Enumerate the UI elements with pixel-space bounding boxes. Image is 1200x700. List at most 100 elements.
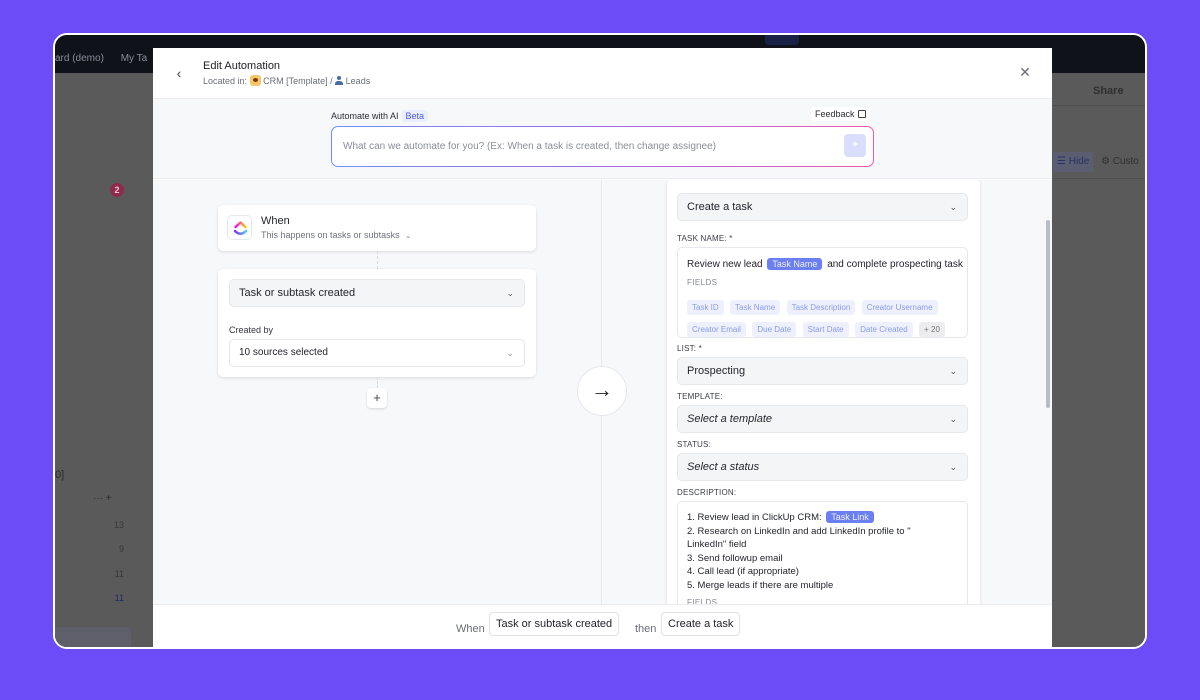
field-chip-start-date[interactable]: Start Date — [802, 322, 849, 337]
field-chip-date-created[interactable]: Date Created — [855, 322, 913, 337]
field-chip-creator-email[interactable]: Creator Email — [687, 322, 746, 337]
breadcrumb-separator: / — [330, 76, 333, 86]
background-right-panel: Share ☰ Hide ⚙ Custo — [1053, 73, 1145, 647]
feedback-button[interactable]: Feedback — [811, 107, 870, 121]
ai-prompt-input[interactable] — [332, 127, 873, 166]
task-name-token[interactable]: Task Name — [767, 258, 823, 270]
sidebar-count: 13 — [113, 520, 124, 530]
field-chip-task-name[interactable]: Task Name — [730, 300, 781, 315]
ai-send-button[interactable]: ✦ — [844, 134, 866, 157]
hide-label: Hide — [1068, 156, 1090, 167]
divider — [1053, 105, 1145, 106]
modal-title: Edit Automation — [203, 60, 281, 72]
action-config-card: Create a task ⌄ TASK NAME: * Review new … — [667, 180, 980, 604]
status-value: Select a status — [687, 461, 760, 473]
task-name-before: Review new lead — [687, 259, 763, 270]
beta-badge: Beta — [401, 110, 429, 122]
summary-then-label: then — [635, 623, 657, 635]
back-button[interactable]: ‹ — [171, 64, 187, 82]
trigger-header-card[interactable]: When This happens on tasks or subtasks ⌄ — [218, 205, 536, 251]
fields-label: FIELDS — [687, 278, 718, 287]
trigger-scope-label: This happens on tasks or subtasks — [261, 230, 400, 240]
ai-pill[interactable] — [765, 35, 799, 45]
status-label: STATUS: — [677, 440, 711, 449]
sidebar-count: 9 — [118, 544, 124, 554]
summary-trigger-pill[interactable]: Task or subtask created — [489, 612, 620, 636]
breadcrumb-dashboard[interactable]: ard (demo) — [55, 53, 104, 64]
location-breadcrumb: Located in: CRM [Template] / Leads — [203, 75, 370, 86]
sidebar-selected-row[interactable] — [55, 627, 131, 647]
chevron-down-icon: ⌄ — [949, 414, 957, 424]
chevron-down-icon: ⌄ — [949, 202, 957, 212]
plus-icon: + — [373, 390, 381, 405]
description-editor[interactable]: 1. Review lead in ClickUp CRM: Task Link… — [677, 501, 968, 604]
trigger-event-value: Task or subtask created — [239, 287, 356, 299]
chevron-down-icon: ⌄ — [949, 366, 957, 376]
field-chip-task-id[interactable]: Task ID — [687, 300, 724, 315]
hide-button[interactable]: ☰ Hide — [1053, 152, 1093, 172]
topbar-breadcrumbs: ard (demo) My Ta — [55, 53, 161, 64]
flow-arrow: → — [577, 366, 627, 416]
customize-button[interactable]: ⚙ Custo — [1101, 156, 1139, 167]
global-search[interactable] — [535, 35, 685, 47]
field-chips: Task ID Task Name Task Description Creat… — [687, 297, 962, 341]
arrow-right-icon: → — [591, 377, 613, 402]
task-name-editor[interactable]: Review new lead Task Name and complete p… — [677, 247, 968, 338]
more-fields-chip[interactable]: + 20 — [919, 322, 945, 337]
background-sidebar: 2 0] ··· + 13 9 11 11 — [55, 73, 155, 647]
ai-label-text: Automate with AI — [331, 111, 399, 121]
task-link-token[interactable]: Task Link — [826, 511, 874, 523]
template-select[interactable]: Select a template ⌄ — [677, 405, 968, 433]
space-icon — [249, 75, 261, 86]
ai-automation-section: Automate with AIBeta Feedback ✦ — [153, 99, 1052, 179]
share-button[interactable]: Share — [1093, 85, 1124, 97]
created-by-label: Created by — [229, 325, 274, 335]
field-chip-creator-username[interactable]: Creator Username — [861, 300, 938, 315]
trigger-event-select[interactable]: Task or subtask created ⌄ — [229, 279, 525, 307]
trigger-scope-dropdown[interactable]: This happens on tasks or subtasks ⌄ — [261, 230, 411, 240]
space-name[interactable]: CRM [Template] — [263, 76, 328, 86]
chevron-down-icon: ⌄ — [506, 288, 514, 298]
summary-action-pill[interactable]: Create a task — [661, 612, 741, 636]
description-label: DESCRIPTION: — [677, 488, 737, 497]
trigger-title: When — [261, 215, 290, 227]
sidebar-section-label: 0] — [55, 469, 65, 481]
summary-when-label: When — [456, 623, 485, 635]
description-line-6: 5. Merge leads if there are multiple — [687, 580, 834, 591]
list-label: LIST: * — [677, 344, 702, 353]
field-chip-due-date[interactable]: Due Date — [752, 322, 797, 337]
created-by-value: 10 sources selected — [239, 347, 328, 358]
divider — [1053, 178, 1145, 179]
breadcrumb-my-tasks[interactable]: My Ta — [121, 53, 148, 64]
close-icon: ✕ — [1019, 64, 1031, 80]
task-name-after: and complete prospecting task — [827, 259, 963, 270]
notification-badge: 2 — [110, 183, 124, 197]
description-line: 1. Review lead in ClickUp CRM: Task Link — [687, 511, 876, 523]
chevron-left-icon: ‹ — [176, 65, 182, 81]
sidebar-more-icon[interactable]: ··· + — [93, 493, 112, 504]
list-value: Prospecting — [687, 365, 746, 377]
status-select[interactable]: Select a status ⌄ — [677, 453, 968, 481]
description-line-3: LinkedIn" field — [687, 539, 747, 550]
field-chip-task-description[interactable]: Task Description — [786, 300, 856, 315]
action-type-value: Create a task — [687, 201, 753, 213]
canvas-scrollbar[interactable] — [1046, 220, 1050, 408]
list-select[interactable]: Prospecting ⌄ — [677, 357, 968, 385]
list-person-icon — [335, 76, 344, 85]
description-line-4: 3. Send followup email — [687, 553, 783, 564]
modal-header: ‹ Edit Automation Located in: CRM [Templ… — [153, 48, 1052, 99]
chevron-down-icon: ⌄ — [506, 348, 514, 358]
close-button[interactable]: ✕ — [1018, 64, 1032, 80]
action-type-select[interactable]: Create a task ⌄ — [677, 193, 968, 221]
customize-label: Custo — [1112, 156, 1139, 167]
description-line-1: 1. Review lead in ClickUp CRM: — [687, 512, 822, 523]
add-condition-button[interactable]: + — [367, 388, 387, 408]
list-name[interactable]: Leads — [346, 76, 371, 86]
automation-canvas: When This happens on tasks or subtasks ⌄… — [153, 180, 1052, 604]
description-line-5: 4. Call lead (if appropriate) — [687, 566, 799, 577]
located-prefix: Located in: — [203, 76, 248, 86]
trigger-config-card: Task or subtask created ⌄ Created by 10 … — [218, 269, 536, 377]
external-link-icon — [857, 110, 866, 118]
created-by-select[interactable]: 10 sources selected ⌄ — [229, 339, 525, 367]
sparkle-icon: ✦ — [850, 139, 860, 151]
